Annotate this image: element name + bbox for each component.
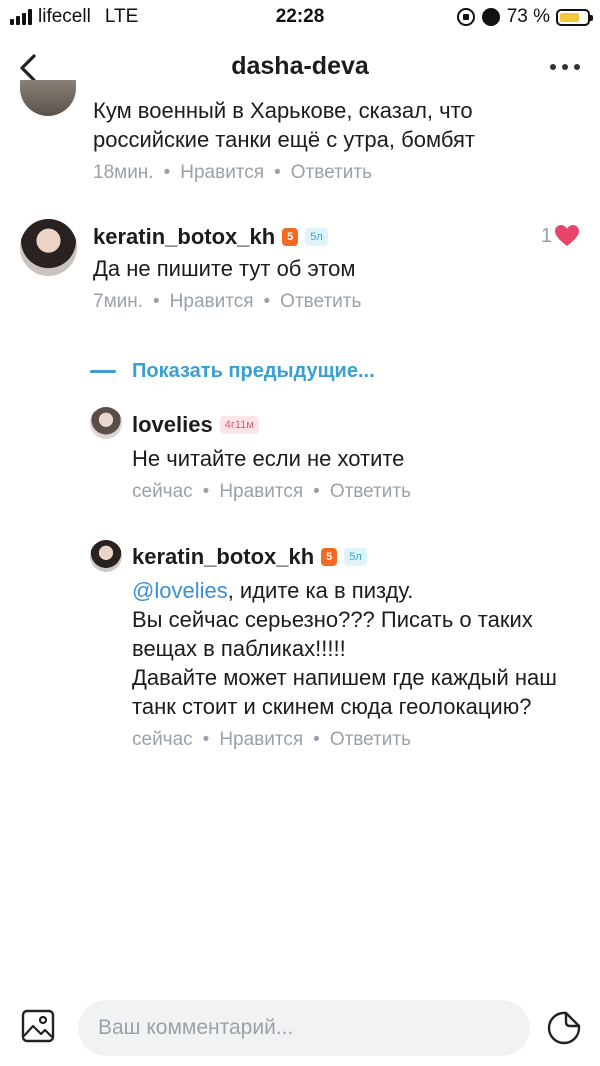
- level-badge: 5: [282, 228, 299, 246]
- separator-dot: •: [202, 729, 210, 750]
- comment-input-container[interactable]: [78, 1000, 530, 1056]
- years-badge: 5л: [344, 548, 367, 566]
- account-age-badge: 4г11м: [219, 416, 259, 434]
- separator-dot: •: [313, 729, 320, 750]
- comment-username[interactable]: keratin_botox_kh: [132, 544, 314, 570]
- reply-comment: lovelies 4г11м Не читайте если не хотите …: [132, 412, 572, 503]
- more-dot-icon: [550, 64, 556, 70]
- comment-text: @lovelies, идите ка в пизду.: [132, 576, 587, 605]
- comment-meta: сейчас • Нравится • Ответить: [132, 729, 587, 751]
- comment-text-line: Давайте может напишем где каждый наш тан…: [132, 665, 557, 719]
- status-bar: lifecell LTE 22:28 73 %: [0, 0, 600, 34]
- comment-meta: сейчас • Нравится • Ответить: [132, 481, 572, 503]
- comment: keratin_botox_kh 5 5л Да не пишите тут об …: [93, 224, 513, 313]
- comment-text: Не читайте если не хотите: [132, 446, 405, 471]
- show-previous-label: Показать предыдущие...: [132, 360, 375, 382]
- show-previous-replies-button[interactable]: Показать предыдущие...: [90, 360, 375, 383]
- sticker-icon: [547, 1011, 581, 1045]
- like-counter[interactable]: 1: [541, 224, 580, 248]
- avatar[interactable]: [90, 407, 122, 439]
- divider-line: [90, 370, 116, 373]
- page-title: dasha-deva: [231, 52, 369, 80]
- separator-dot: •: [163, 162, 171, 183]
- separator-dot: •: [274, 162, 281, 183]
- like-button[interactable]: Нравится: [180, 162, 264, 183]
- comment: Кум военный в Харькове, сказал, что росс…: [93, 96, 583, 184]
- navigation-bar: dasha-deva: [0, 40, 600, 96]
- comment-time: 18мин.: [93, 162, 154, 183]
- battery-icon: [556, 8, 593, 26]
- reply-button[interactable]: Ответить: [280, 291, 361, 312]
- heart-icon: [555, 225, 579, 246]
- comment-time: 7мин.: [93, 291, 144, 312]
- comment-meta: 7мин. • Нравится • Ответить: [93, 291, 513, 313]
- orientation-lock-icon: [456, 8, 475, 26]
- mention-link[interactable]: @lovelies: [132, 578, 228, 603]
- status-right: 73 %: [456, 6, 593, 28]
- avatar[interactable]: [20, 80, 76, 116]
- reply-button[interactable]: Ответить: [330, 481, 411, 502]
- battery-fill: [560, 12, 579, 22]
- comment-time: сейчас: [132, 481, 193, 502]
- attach-image-button[interactable]: [20, 1008, 56, 1044]
- more-dot-icon: [574, 64, 580, 70]
- comment-text-line: Вы сейчас серьезно??? Писать о таких вещ…: [132, 607, 533, 661]
- comment-username[interactable]: lovelies: [132, 412, 213, 438]
- level-badge: 5: [321, 548, 338, 566]
- comment-text: Да не пишите тут об этом: [93, 256, 356, 281]
- avatar[interactable]: [90, 540, 122, 572]
- comment-composer: [0, 996, 600, 1066]
- separator-dot: •: [202, 481, 210, 502]
- battery-percent: 73 %: [506, 6, 550, 27]
- comment-meta: 18мин. • Нравится • Ответить: [93, 162, 583, 184]
- more-dot-icon: [562, 64, 568, 70]
- comment-input[interactable]: [78, 1000, 530, 1056]
- like-button[interactable]: Нравится: [219, 729, 303, 750]
- sticker-button[interactable]: [546, 1010, 582, 1046]
- alarm-icon: [481, 8, 500, 26]
- more-options-button[interactable]: [550, 64, 580, 70]
- avatar[interactable]: [20, 219, 77, 276]
- separator-dot: •: [263, 291, 271, 312]
- comment-text-part: , идите ка в пизду.: [227, 578, 414, 603]
- comment-text: Кум военный в Харькове, сказал, что росс…: [93, 98, 475, 152]
- reply-button[interactable]: Ответить: [330, 729, 411, 750]
- reply-button[interactable]: Ответить: [291, 162, 372, 183]
- like-button[interactable]: Нравится: [219, 481, 303, 502]
- separator-dot: •: [313, 481, 320, 502]
- separator-dot: •: [153, 291, 160, 312]
- years-badge: 5л: [305, 228, 328, 246]
- like-count: 1: [540, 224, 552, 247]
- comment-time: сейчас: [132, 729, 193, 750]
- reply-comment: keratin_botox_kh 5 5л @lovelies, идите ка …: [132, 544, 587, 751]
- image-icon: [21, 1009, 55, 1043]
- like-button[interactable]: Нравится: [170, 291, 254, 312]
- comment-username[interactable]: keratin_botox_kh: [93, 224, 275, 250]
